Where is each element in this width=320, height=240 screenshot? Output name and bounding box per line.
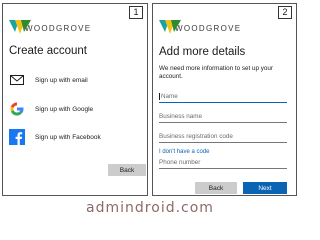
- mail-icon: [9, 72, 25, 88]
- business-registration-placeholder: Business registration code: [159, 133, 233, 140]
- signup-google-option[interactable]: Sign up with Google: [9, 98, 93, 120]
- watermark: admindroid.com: [86, 200, 214, 216]
- add-details-panel: 2 WOODGROVE Add more details We need mor…: [152, 3, 297, 196]
- signup-facebook-option[interactable]: Sign up with Facebook: [9, 126, 101, 148]
- signup-email-label: Sign up with email: [35, 76, 88, 84]
- logo-wordmark: WOODGROVE: [25, 23, 92, 33]
- next-button[interactable]: Next: [243, 182, 287, 194]
- page-title: Add more details: [159, 46, 246, 58]
- text-caret: [159, 93, 160, 100]
- google-icon: [9, 101, 25, 117]
- no-code-link[interactable]: I don't have a code: [159, 149, 210, 155]
- signup-email-option[interactable]: Sign up with email: [9, 69, 88, 91]
- phone-number-field[interactable]: Phone number: [159, 156, 287, 169]
- woodgrove-logo-icon: [159, 20, 181, 34]
- business-name-field[interactable]: Business name: [159, 110, 287, 123]
- name-placeholder: Name: [161, 93, 178, 100]
- woodgrove-logo-icon: [9, 20, 31, 34]
- step-number-badge: 1: [129, 6, 143, 19]
- step-number-badge: 2: [278, 6, 292, 19]
- woodgrove-logo: WOODGROVE: [9, 20, 91, 36]
- phone-number-placeholder: Phone number: [159, 159, 201, 166]
- facebook-icon: [9, 129, 25, 145]
- business-registration-field[interactable]: Business registration code: [159, 130, 287, 143]
- page-title: Create account: [9, 45, 87, 57]
- woodgrove-logo: WOODGROVE: [159, 20, 241, 36]
- name-field[interactable]: Name: [159, 90, 287, 103]
- back-button[interactable]: Back: [195, 182, 237, 194]
- business-name-placeholder: Business name: [159, 113, 203, 120]
- logo-wordmark: WOODGROVE: [175, 23, 242, 33]
- details-description: We need more information to set up your …: [159, 65, 273, 80]
- signup-google-label: Sign up with Google: [35, 105, 94, 113]
- create-account-panel: 1 WOODGROVE Create account Sign up with …: [2, 3, 148, 196]
- back-button[interactable]: Back: [108, 164, 146, 176]
- signup-facebook-label: Sign up with Facebook: [35, 133, 101, 141]
